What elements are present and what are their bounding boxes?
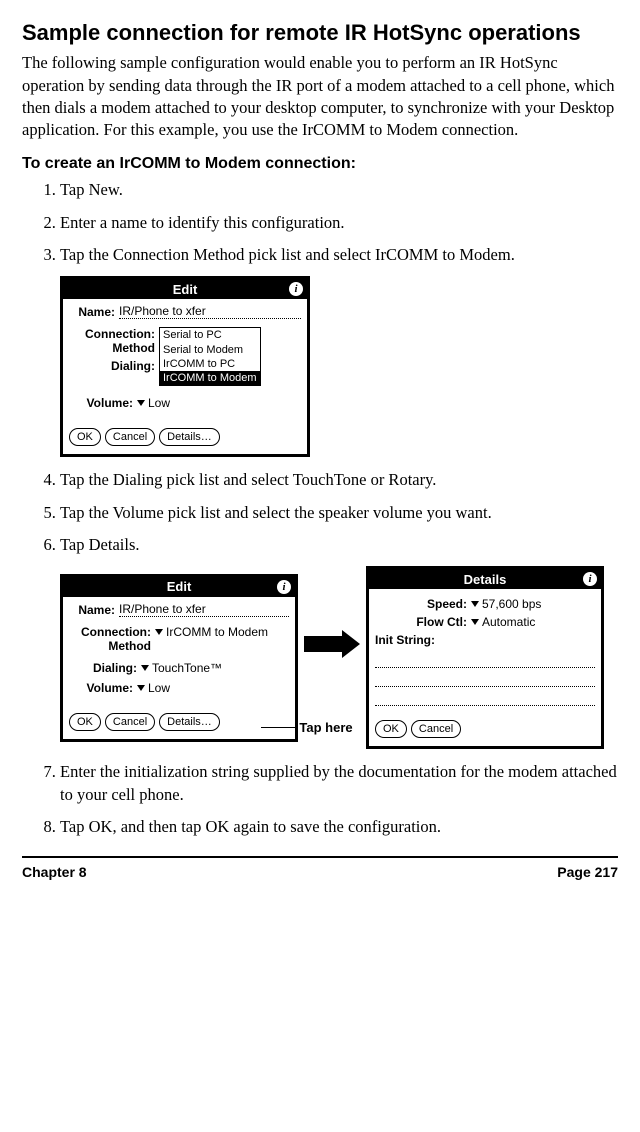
dialing-label: Dialing: [69,661,137,675]
dialog-title: Details [369,572,601,587]
sub-heading: To create an IrCOMM to Modem connection: [22,155,618,173]
flow-ctl-picklist[interactable]: Automatic [471,615,595,629]
init-string-label: Init String: [375,633,453,647]
edit-dialog-1: Edit i Name: IR/Phone to xfer Connection… [60,276,310,457]
callout-line [261,727,297,728]
chevron-down-icon [137,685,145,691]
intro-paragraph: The following sample configuration would… [22,52,618,141]
connection-label-1: Connection: [69,625,151,639]
cancel-button[interactable]: Cancel [105,428,155,446]
footer-chapter: Chapter 8 [22,864,87,880]
flow-ctl-label: Flow Ctl: [375,615,467,629]
volume-label: Volume: [69,396,133,410]
picklist-option[interactable]: Serial to Modem [160,343,260,357]
footer-page: Page 217 [557,864,618,880]
cancel-button[interactable]: Cancel [105,713,155,731]
chevron-down-icon [471,601,479,607]
dialog-title-bar: Details i [369,569,601,589]
dialog-title-bar: Edit i [63,279,307,299]
step-2: Enter a name to identify this configurat… [60,212,618,234]
connection-method-picklist[interactable]: Serial to PC Serial to Modem IrCOMM to P… [159,327,261,386]
step-3: Tap the Connection Method pick list and … [60,244,618,266]
init-string-input[interactable] [375,653,595,706]
name-label: Name: [69,603,115,617]
step-7: Enter the initialization string supplied… [60,761,618,806]
name-input[interactable]: IR/Phone to xfer [119,603,289,617]
connection-label-2: Method [69,639,151,653]
ok-button[interactable]: OK [69,428,101,446]
dialog-title-bar: Edit i [63,577,295,597]
connection-label-1: Connection: [69,327,155,341]
tap-here-callout: Tap here [299,720,352,735]
page-heading: Sample connection for remote IR HotSync … [22,20,618,46]
step-1: Tap New. [60,179,618,201]
volume-picklist[interactable]: Low [137,396,301,410]
chevron-down-icon [137,400,145,406]
edit-dialog-2: Edit i Name: IR/Phone to xfer Connection… [60,574,298,742]
chevron-down-icon [471,619,479,625]
connection-label-2: Method [69,341,155,355]
name-input[interactable]: IR/Phone to xfer [119,305,301,319]
volume-picklist[interactable]: Low [137,681,289,695]
dialing-label: Dialing: [69,359,155,373]
info-icon[interactable]: i [277,580,291,594]
connection-method-picklist[interactable]: IrCOMM to Modem [155,625,289,639]
picklist-option-selected[interactable]: IrCOMM to Modem [160,371,260,385]
step-5: Tap the Volume pick list and select the … [60,502,618,524]
picklist-option[interactable]: Serial to PC [160,328,260,342]
step-8: Tap OK, and then tap OK again to save th… [60,816,618,838]
chevron-down-icon [141,665,149,671]
details-button[interactable]: Details… [159,428,220,446]
name-label: Name: [69,305,115,319]
details-dialog: Details i Speed: 57,600 bps Flow Ctl: Au… [366,566,604,749]
ok-button[interactable]: OK [69,713,101,731]
step-4: Tap the Dialing pick list and select Tou… [60,469,618,491]
ok-button[interactable]: OK [375,720,407,738]
speed-picklist[interactable]: 57,600 bps [471,597,595,611]
picklist-option[interactable]: IrCOMM to PC [160,357,260,371]
dialog-title: Edit [63,579,295,594]
chevron-down-icon [155,629,163,635]
volume-label: Volume: [69,681,133,695]
details-button[interactable]: Details… [159,713,220,731]
speed-label: Speed: [375,597,467,611]
dialing-picklist[interactable]: TouchTone™ [141,661,289,675]
dialog-title: Edit [63,282,307,297]
arrow-right-icon [304,630,360,658]
step-6: Tap Details. [60,534,618,556]
cancel-button[interactable]: Cancel [411,720,461,738]
